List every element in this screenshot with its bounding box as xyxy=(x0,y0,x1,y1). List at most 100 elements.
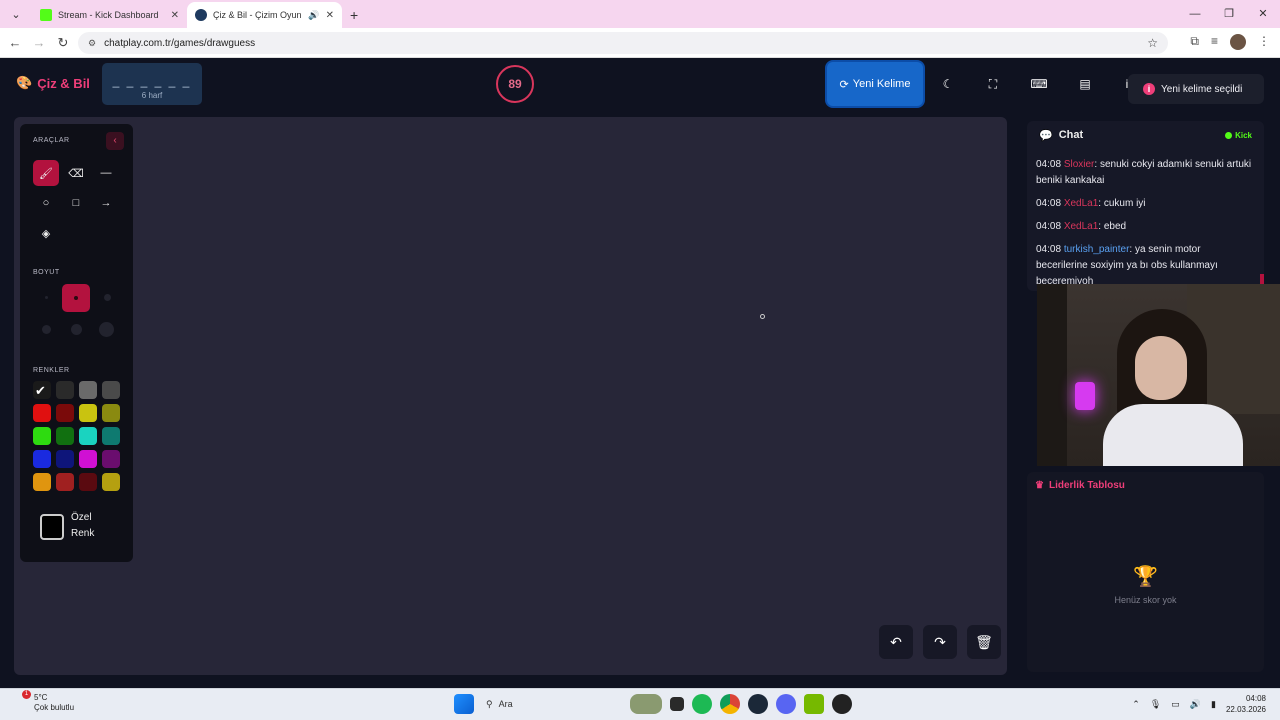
chrome-icon[interactable] xyxy=(720,694,740,714)
tab-kick-dashboard[interactable]: Stream - Kick Dashboard ✕ xyxy=(32,2,187,28)
size-xs[interactable] xyxy=(45,296,48,299)
start-icon[interactable] xyxy=(454,694,474,714)
message-user: turkish_painter xyxy=(1063,244,1130,255)
undo-button[interactable]: ↶ xyxy=(879,625,913,659)
archive-button[interactable]: ▤ xyxy=(1063,62,1107,106)
size-xl[interactable] xyxy=(71,324,82,335)
color-swatch[interactable] xyxy=(102,427,120,445)
obs-icon[interactable] xyxy=(832,694,852,714)
address-bar[interactable]: ⚙ chatplay.com.tr/games/drawguess ☆ xyxy=(78,32,1168,54)
clear-canvas-button[interactable]: 🗑 xyxy=(967,625,1001,659)
line-icon: — xyxy=(100,167,112,179)
weather-widget[interactable]: 1 5°C Çok bulutlu xyxy=(14,690,74,713)
color-swatch[interactable] xyxy=(56,404,74,422)
platform-status: Kick xyxy=(1225,131,1252,140)
message-user: XedLa1 xyxy=(1063,221,1099,232)
close-window-icon[interactable]: ✕ xyxy=(1246,0,1280,28)
color-swatch[interactable] xyxy=(56,450,74,468)
chat-messages[interactable]: 04:08 Sloxier: senuki cokyi adamıki senu… xyxy=(1027,149,1264,290)
color-swatch[interactable] xyxy=(79,450,97,468)
steam-icon[interactable] xyxy=(748,694,768,714)
color-swatch[interactable] xyxy=(56,427,74,445)
restore-icon[interactable]: ❐ xyxy=(1212,0,1246,28)
circle-tool[interactable]: ○ xyxy=(33,190,59,216)
forward-icon[interactable]: → xyxy=(27,35,51,50)
custom-color-picker[interactable] xyxy=(40,514,64,540)
nvidia-icon[interactable] xyxy=(804,694,824,714)
logo-text: Çiz & Bil xyxy=(37,75,90,91)
paint-bucket-icon: ◈ xyxy=(41,227,51,240)
brush-tool[interactable]: 🖌 xyxy=(33,160,59,186)
dark-mode-button[interactable]: ☾ xyxy=(926,62,970,106)
search-label: Ara xyxy=(498,699,513,709)
extensions-icon[interactable]: ⧉ xyxy=(1190,34,1199,50)
widgets-icon[interactable] xyxy=(630,694,662,714)
color-swatch[interactable] xyxy=(102,381,120,399)
close-tab-icon[interactable]: ✕ xyxy=(171,10,179,21)
back-icon[interactable]: ← xyxy=(3,35,27,50)
color-swatch[interactable] xyxy=(33,404,51,422)
color-swatch[interactable] xyxy=(102,473,120,491)
site-info-icon[interactable]: ⚙ xyxy=(88,38,96,49)
size-small-selected[interactable] xyxy=(62,284,90,312)
message-user: XedLa1 xyxy=(1063,198,1099,209)
color-swatch[interactable] xyxy=(56,381,74,399)
tray-overflow-icon[interactable]: ⌃ xyxy=(1132,699,1140,710)
word-dashes: _ _ _ _ _ _ xyxy=(112,74,192,88)
bookmark-star-icon[interactable]: ☆ xyxy=(1147,36,1158,50)
word-length: 6 harf xyxy=(141,91,163,100)
color-swatch[interactable] xyxy=(79,404,97,422)
reading-list-icon[interactable]: ≡ xyxy=(1211,34,1218,50)
volume-icon[interactable]: 🔊 xyxy=(1190,699,1201,710)
tools-title: ARAÇLAR xyxy=(33,137,70,144)
drawing-canvas[interactable] xyxy=(14,117,1007,675)
info-icon: i xyxy=(1143,83,1155,95)
fullscreen-button[interactable]: ⛶ xyxy=(971,62,1015,106)
keyboard-button[interactable]: ⌨ xyxy=(1017,62,1061,106)
fill-tool[interactable]: ◈ xyxy=(33,220,59,246)
microphone-icon[interactable]: 🎙 xyxy=(1150,699,1161,710)
color-swatch[interactable] xyxy=(56,473,74,491)
audio-icon[interactable]: 🔊 xyxy=(308,10,319,21)
menu-icon[interactable]: ⋮ xyxy=(1258,34,1270,50)
collapse-panel-button[interactable]: ‹ xyxy=(106,132,124,150)
close-tab-icon[interactable]: ✕ xyxy=(326,10,334,21)
color-swatch[interactable] xyxy=(79,427,97,445)
new-tab-button[interactable]: + xyxy=(350,7,358,23)
redo-button[interactable]: ↷ xyxy=(923,625,957,659)
reload-icon[interactable]: ↻ xyxy=(51,35,75,51)
minimize-icon[interactable]: — xyxy=(1178,0,1212,28)
battery-icon[interactable]: ▮ xyxy=(1211,699,1216,710)
size-xxl[interactable] xyxy=(99,322,114,337)
color-swatch[interactable] xyxy=(79,473,97,491)
arrow-tool[interactable]: → xyxy=(93,190,119,216)
round-timer: 89 xyxy=(496,65,534,103)
color-swatch[interactable] xyxy=(33,427,51,445)
eraser-tool[interactable]: ⌫ xyxy=(63,160,89,186)
spotify-icon[interactable] xyxy=(692,694,712,714)
color-swatch[interactable] xyxy=(33,473,51,491)
network-icon[interactable]: ▭ xyxy=(1171,699,1180,710)
size-medium[interactable] xyxy=(104,294,111,301)
discord-icon[interactable] xyxy=(776,694,796,714)
tab-drawguess[interactable]: Çiz & Bil - Çizim Oyunu 🔊 ✕ xyxy=(187,2,342,28)
tab-search-icon[interactable]: ⌄ xyxy=(4,2,28,26)
canvas-actions: ↶ ↷ 🗑 xyxy=(879,625,1001,659)
profile-avatar[interactable] xyxy=(1230,34,1246,50)
chat-scrollbar[interactable] xyxy=(1260,274,1264,284)
taskview-icon[interactable] xyxy=(670,697,684,711)
color-swatch[interactable] xyxy=(79,381,97,399)
rectangle-icon: □ xyxy=(72,197,80,209)
app-logo[interactable]: 🎨 Çiz & Bil xyxy=(16,75,90,91)
notification-badge: 1 xyxy=(22,690,31,699)
new-word-button[interactable]: ⟳ Yeni Kelime xyxy=(827,62,923,106)
clock[interactable]: 04:08 22.03.2026 xyxy=(1226,693,1266,715)
color-swatch[interactable] xyxy=(102,404,120,422)
color-swatch[interactable] xyxy=(102,450,120,468)
taskbar-search[interactable]: ⚲ Ara xyxy=(482,694,622,714)
line-tool[interactable]: — xyxy=(93,160,119,186)
rectangle-tool[interactable]: □ xyxy=(63,190,89,216)
size-large[interactable] xyxy=(42,325,51,334)
color-swatch[interactable] xyxy=(33,450,51,468)
webcam-overlay xyxy=(1037,284,1280,466)
